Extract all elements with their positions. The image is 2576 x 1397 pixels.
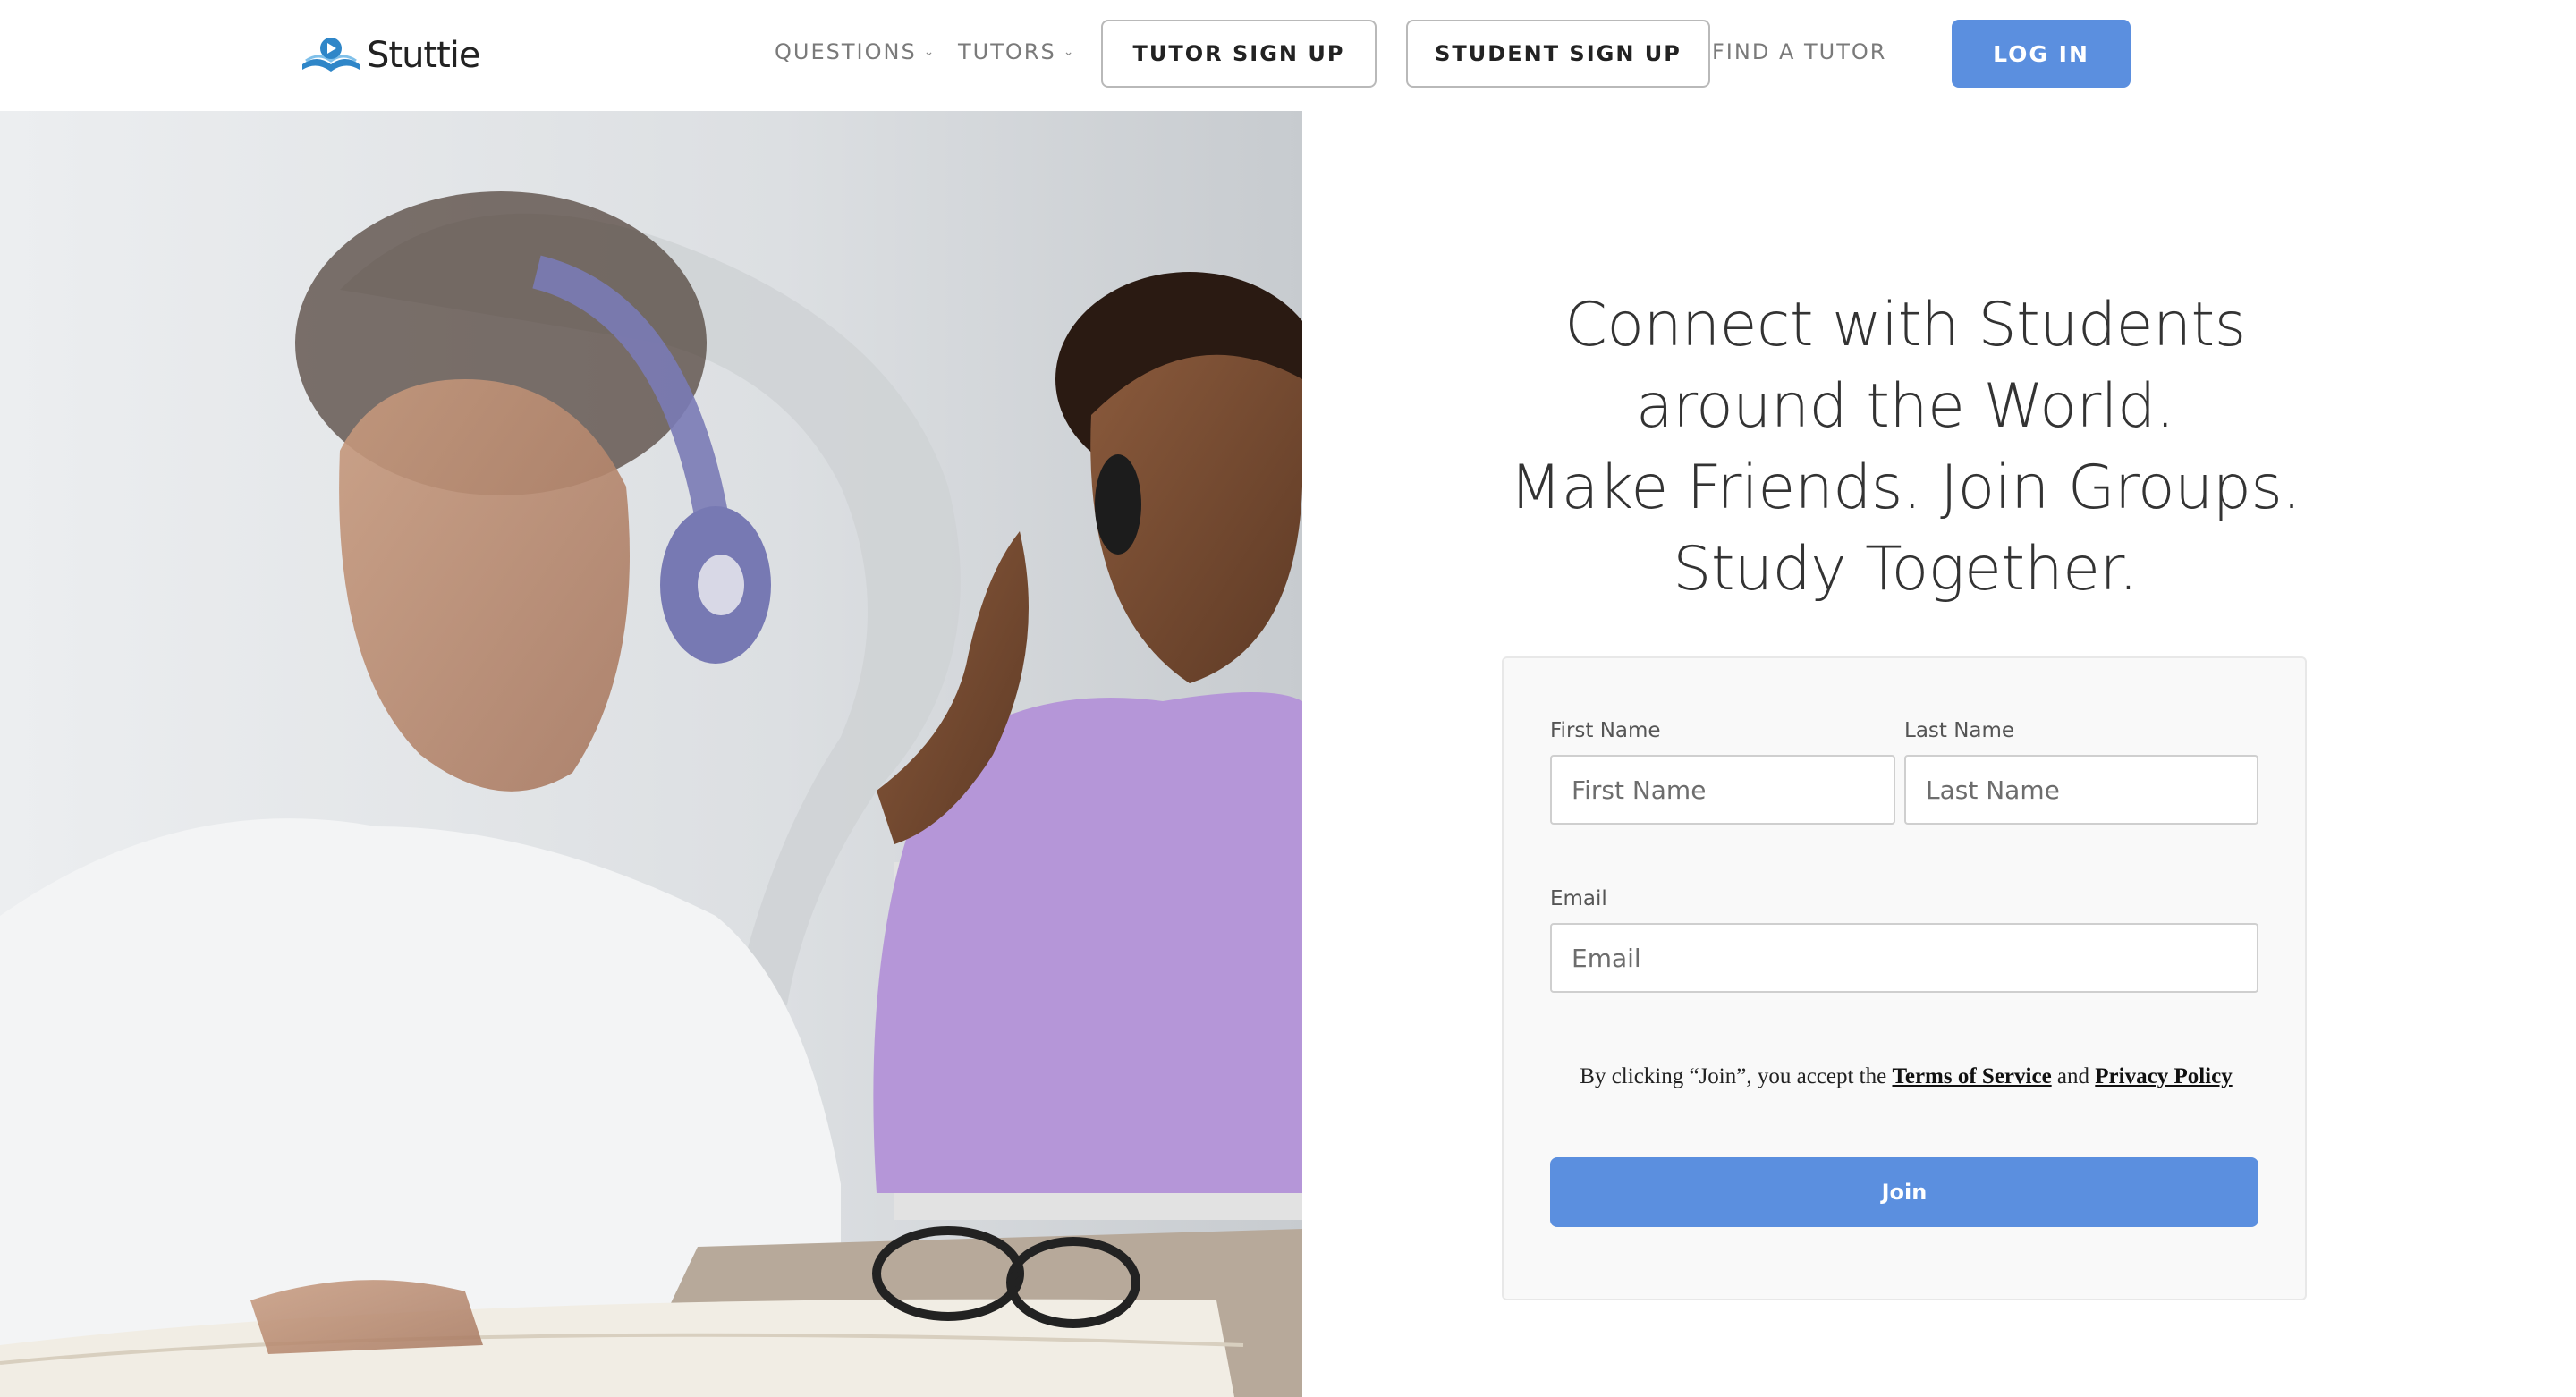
email-input[interactable] bbox=[1550, 923, 2258, 993]
hero-photo bbox=[0, 111, 1302, 1397]
terms-prefix: By clicking “Join”, you accept the bbox=[1580, 1064, 1887, 1088]
login-button[interactable]: LOG IN bbox=[1952, 20, 2131, 88]
students-studying-image bbox=[0, 111, 1302, 1397]
last-name-label: Last Name bbox=[1904, 719, 2015, 742]
headline-line-4: Study Together. bbox=[1673, 534, 2138, 605]
terms-and: and bbox=[2056, 1064, 2090, 1088]
tutor-signup-button[interactable]: TUTOR SIGN UP bbox=[1101, 20, 1377, 88]
nav-find-a-tutor-link[interactable]: FIND A TUTOR bbox=[1712, 34, 1886, 70]
headline-line-1: Connect with Students bbox=[1564, 290, 2246, 360]
nav-tutors-label: TUTORS bbox=[958, 39, 1056, 64]
first-name-input[interactable] bbox=[1550, 755, 1895, 825]
headline-line-2: around the World. bbox=[1636, 371, 2174, 442]
open-book-logo-icon bbox=[302, 38, 360, 72]
terms-notice: By clicking “Join”, you accept the Terms… bbox=[1504, 1064, 2309, 1089]
terms-of-service-link[interactable]: Terms of Service bbox=[1892, 1064, 2051, 1088]
signup-form: First Name Last Name Email By clicking “… bbox=[1502, 656, 2307, 1300]
nav-tutors-dropdown[interactable]: TUTORS ⌄ bbox=[958, 34, 1073, 70]
first-name-label: First Name bbox=[1550, 719, 1661, 742]
hero-headline: Connect with Students around the World. … bbox=[1467, 284, 2343, 610]
last-name-input[interactable] bbox=[1904, 755, 2258, 825]
brand-name: Stuttie bbox=[367, 35, 481, 76]
privacy-policy-link[interactable]: Privacy Policy bbox=[2095, 1064, 2232, 1088]
student-signup-button[interactable]: STUDENT SIGN UP bbox=[1406, 20, 1710, 88]
nav-questions-dropdown[interactable]: QUESTIONS ⌄ bbox=[775, 34, 934, 70]
headline-line-3: Make Friends. Join Groups. bbox=[1509, 453, 2301, 523]
nav-questions-label: QUESTIONS bbox=[775, 39, 917, 64]
join-button[interactable]: Join bbox=[1550, 1157, 2258, 1227]
email-label: Email bbox=[1550, 887, 1607, 910]
nav-find-a-tutor-label: FIND A TUTOR bbox=[1712, 39, 1887, 64]
chevron-down-icon: ⌄ bbox=[1063, 45, 1074, 59]
chevron-down-icon: ⌄ bbox=[923, 45, 935, 59]
site-header: Stuttie QUESTIONS ⌄ TUTORS ⌄ TUTOR SIGN … bbox=[0, 0, 2576, 111]
site-logo[interactable]: Stuttie bbox=[301, 32, 481, 79]
